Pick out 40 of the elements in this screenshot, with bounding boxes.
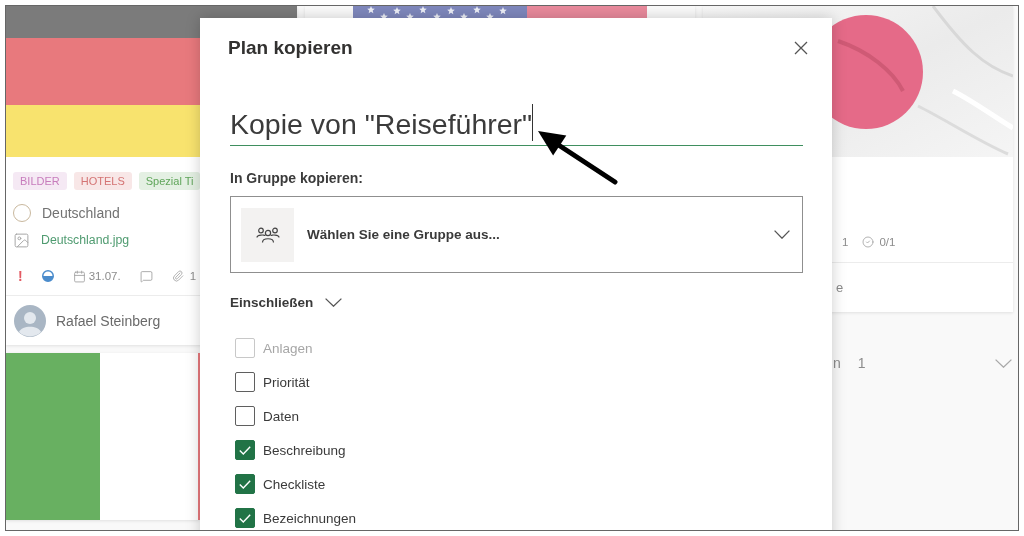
checkbox-label[interactable]: Beschreibung: [263, 442, 346, 458]
priority-indicator: !: [18, 268, 23, 284]
checkbox-label[interactable]: Checkliste: [263, 476, 326, 492]
group-dropdown[interactable]: Wählen Sie eine Gruppe aus...: [230, 196, 803, 273]
checkbox[interactable]: [235, 508, 255, 528]
chevron-down-icon: [774, 230, 790, 239]
checkbox[interactable]: [235, 474, 255, 494]
due-date: 31.07.: [88, 270, 121, 282]
check-icon: [239, 513, 251, 523]
check-icon: [239, 479, 251, 489]
task-title: Deutschland: [42, 205, 120, 221]
check-circle-icon: [862, 236, 875, 248]
attachment-link[interactable]: Deutschland.jpg: [41, 233, 130, 247]
avatar-icon: [14, 304, 46, 337]
checkbox-label[interactable]: Priorität: [263, 374, 310, 390]
checkbox-label[interactable]: Daten: [263, 408, 300, 424]
close-button[interactable]: [794, 41, 808, 55]
checkbox-label[interactable]: Bezeichnungen: [263, 510, 357, 526]
paperclip-icon: [171, 270, 184, 282]
close-icon: [794, 41, 808, 55]
calendar-icon: [72, 269, 86, 283]
attachment-count: 1: [189, 270, 197, 282]
text-cursor: [532, 104, 534, 141]
section-title: n: [833, 355, 841, 371]
checklist-progress: 0/1: [879, 236, 896, 248]
checkbox[interactable]: [235, 440, 255, 460]
checkbox[interactable]: [235, 406, 255, 426]
comment-icon: [139, 269, 153, 283]
card-text: e: [836, 280, 844, 295]
label-tag: HOTELS: [73, 172, 132, 190]
check-icon: [239, 445, 251, 455]
label-tag: Spezial Ti: [138, 172, 201, 190]
image-icon: [13, 231, 30, 249]
count-text: 1: [842, 236, 849, 248]
group-icon: [241, 207, 294, 262]
section-count: 1: [857, 355, 866, 371]
checkbox[interactable]: [235, 372, 255, 392]
assignee-name: Rafael Steinberg: [56, 312, 161, 329]
chevron-down-icon: [325, 297, 343, 307]
label-tag: BILDER: [13, 172, 67, 190]
